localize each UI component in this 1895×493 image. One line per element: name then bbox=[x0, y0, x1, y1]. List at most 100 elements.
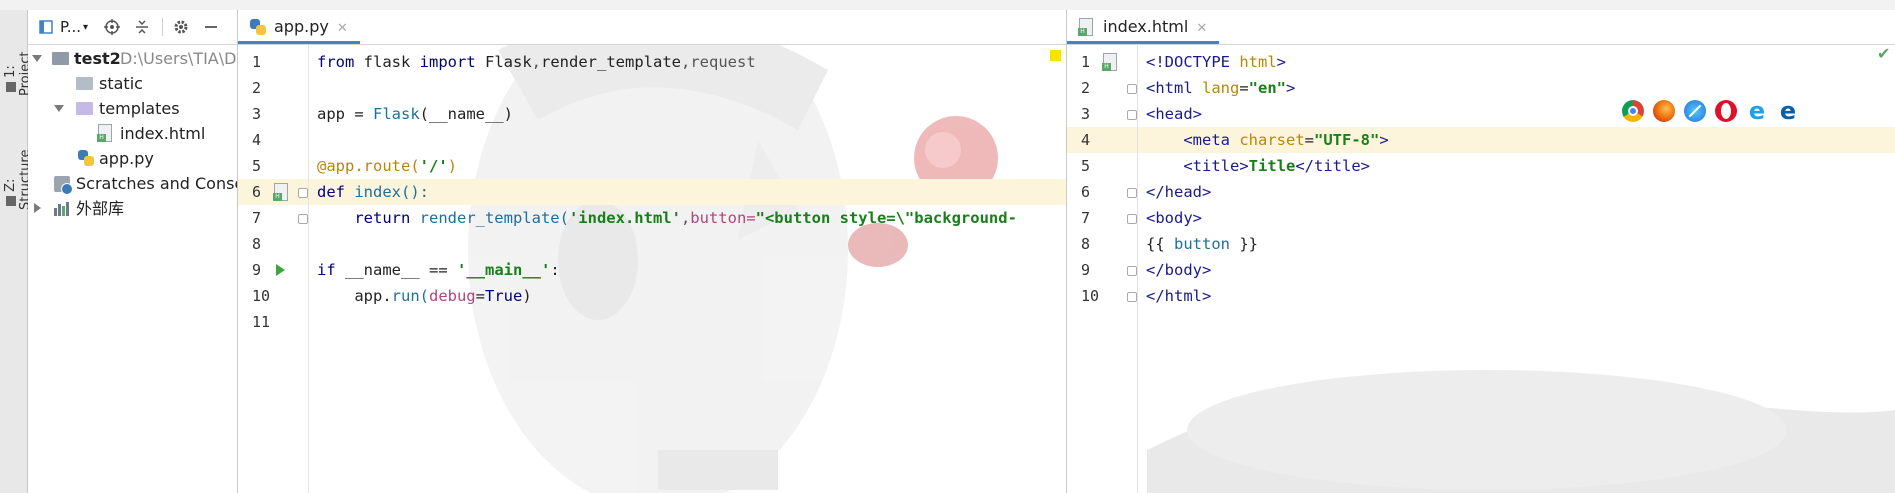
tree-item-external-libraries[interactable]: 外部库 bbox=[28, 196, 237, 221]
safari-icon[interactable] bbox=[1684, 100, 1706, 122]
tab-app-py[interactable]: app.py ✕ bbox=[238, 10, 360, 44]
code-token: }} bbox=[1230, 235, 1258, 253]
line-number: 5 bbox=[1081, 157, 1091, 175]
code-line: <head> bbox=[1146, 101, 1202, 127]
tree-item-label: test2 bbox=[74, 49, 121, 68]
tree-item-static[interactable]: static bbox=[28, 71, 237, 96]
run-icon[interactable] bbox=[276, 264, 285, 276]
toolbar-separator bbox=[162, 18, 164, 36]
chevron-down-icon[interactable] bbox=[54, 105, 64, 112]
tree-item-label: index.html bbox=[120, 124, 206, 143]
html-template-icon[interactable]: H bbox=[1102, 53, 1117, 71]
code-token: , bbox=[680, 209, 691, 227]
code-token: index(): bbox=[345, 183, 429, 201]
line-number: 11 bbox=[252, 313, 271, 331]
tab-label: app.py bbox=[274, 17, 329, 36]
code-token: lang bbox=[1202, 79, 1240, 97]
tree-item-scratches[interactable]: Scratches and Console bbox=[28, 171, 237, 196]
chevron-down-icon[interactable]: ▾ bbox=[83, 22, 88, 33]
line-number: 4 bbox=[1081, 131, 1091, 149]
line-number: 3 bbox=[252, 105, 262, 123]
gear-icon[interactable] bbox=[169, 15, 193, 39]
fold-icon[interactable] bbox=[1127, 214, 1137, 224]
code-token: 'index.html' bbox=[568, 209, 681, 227]
fold-icon[interactable] bbox=[298, 188, 308, 198]
code-token: Flask bbox=[373, 105, 420, 123]
code-token: if bbox=[317, 261, 336, 279]
tree-item-templates[interactable]: templates bbox=[28, 96, 237, 121]
code-token: debug bbox=[428, 287, 476, 305]
line-gutter: 1 2 3 4 5 6 7 8 9 10 11 H bbox=[238, 45, 309, 493]
code-line: <!DOCTYPE html> bbox=[1146, 49, 1286, 75]
code-token: <!DOCTYPE bbox=[1146, 53, 1240, 71]
tree-item-test2[interactable]: test2 D:\Users\TIA\Do bbox=[28, 46, 237, 71]
tab-index-html[interactable]: H index.html ✕ bbox=[1067, 10, 1220, 44]
collapse-all-icon[interactable] bbox=[130, 15, 154, 39]
line-number: 4 bbox=[252, 131, 262, 149]
code-line: <meta charset="UTF-8"> bbox=[1146, 127, 1388, 153]
code-token: <meta bbox=[1146, 131, 1240, 149]
line-number: 10 bbox=[1081, 287, 1100, 305]
code-line: from flask import Flask,render_template,… bbox=[317, 49, 756, 75]
folder-icon bbox=[6, 82, 16, 92]
code-token: return bbox=[317, 209, 420, 227]
code-line: <body> bbox=[1146, 205, 1202, 231]
code-token: = bbox=[1239, 79, 1249, 97]
code-token: run( bbox=[391, 287, 429, 305]
tree-item-label: Scratches and Console bbox=[76, 174, 237, 193]
line-number: 1 bbox=[252, 53, 262, 71]
tab-label: index.html bbox=[1103, 17, 1189, 36]
code-line: </html> bbox=[1146, 283, 1211, 309]
tree-item-app-py[interactable]: app.py bbox=[28, 146, 237, 171]
html-template-icon[interactable]: H bbox=[273, 183, 288, 201]
close-icon[interactable]: ✕ bbox=[1196, 21, 1207, 36]
firefox-icon[interactable] bbox=[1653, 100, 1675, 122]
code-token: "UTF-8" bbox=[1314, 131, 1380, 149]
folder-icon bbox=[52, 52, 69, 65]
fold-icon[interactable] bbox=[1127, 110, 1137, 120]
chevron-down-icon[interactable] bbox=[32, 55, 42, 62]
tool-window-strip: 1: Project Z: Structure bbox=[0, 10, 33, 493]
line-number: 2 bbox=[252, 79, 262, 97]
tree-item-label: 外部库 bbox=[76, 199, 125, 218]
code-token: request bbox=[690, 53, 756, 71]
code-token: <html bbox=[1146, 79, 1202, 97]
project-toolbar: P... ▾ bbox=[28, 10, 237, 45]
code-token: '/' bbox=[419, 157, 448, 175]
close-icon[interactable]: ✕ bbox=[337, 21, 348, 36]
tree-item-index-html[interactable]: H index.html bbox=[28, 121, 237, 146]
project-view-icon[interactable] bbox=[34, 15, 58, 39]
code-token: app. bbox=[317, 287, 392, 305]
code-token: "<button style=\"background- bbox=[755, 209, 1017, 227]
structure-icon bbox=[6, 196, 16, 206]
code-token: <title> bbox=[1146, 157, 1249, 175]
project-view-selector[interactable]: P... bbox=[60, 18, 81, 36]
code-line: if __name__ == '__main__': bbox=[317, 257, 560, 283]
code-token: True bbox=[485, 287, 523, 305]
locate-icon[interactable] bbox=[100, 15, 124, 39]
fold-icon[interactable] bbox=[1127, 292, 1137, 302]
code-token: <head> bbox=[1146, 105, 1202, 123]
hide-panel-icon[interactable] bbox=[199, 15, 223, 39]
code-token: </body> bbox=[1146, 261, 1212, 279]
edge-icon[interactable]: e bbox=[1777, 99, 1799, 123]
code-line: return render_template('index.html',butt… bbox=[317, 205, 1017, 231]
fold-icon[interactable] bbox=[1127, 84, 1137, 94]
python-file-icon bbox=[250, 19, 266, 35]
tree-item-label: templates bbox=[99, 99, 180, 118]
opera-icon[interactable] bbox=[1715, 100, 1737, 122]
line-number: 6 bbox=[252, 183, 262, 201]
fold-icon[interactable] bbox=[298, 214, 308, 224]
code-token: {{ bbox=[1146, 235, 1174, 253]
line-number: 2 bbox=[1081, 79, 1091, 97]
editor-index-html: H index.html ✕ 1 2 3 4 5 6 7 8 9 10 H <!DOCTYPE htm… bbox=[1067, 10, 1895, 493]
chrome-icon[interactable] bbox=[1622, 100, 1644, 122]
chevron-right-icon[interactable] bbox=[34, 203, 41, 213]
code-token: flask bbox=[354, 53, 420, 71]
code-token: <body> bbox=[1146, 209, 1202, 227]
ie-icon[interactable]: e bbox=[1746, 99, 1768, 123]
fold-icon[interactable] bbox=[1127, 266, 1137, 276]
code-area[interactable]: from flask import Flask,render_template,… bbox=[309, 45, 1066, 493]
fold-icon[interactable] bbox=[1127, 188, 1137, 198]
warning-marker[interactable] bbox=[1050, 50, 1061, 61]
